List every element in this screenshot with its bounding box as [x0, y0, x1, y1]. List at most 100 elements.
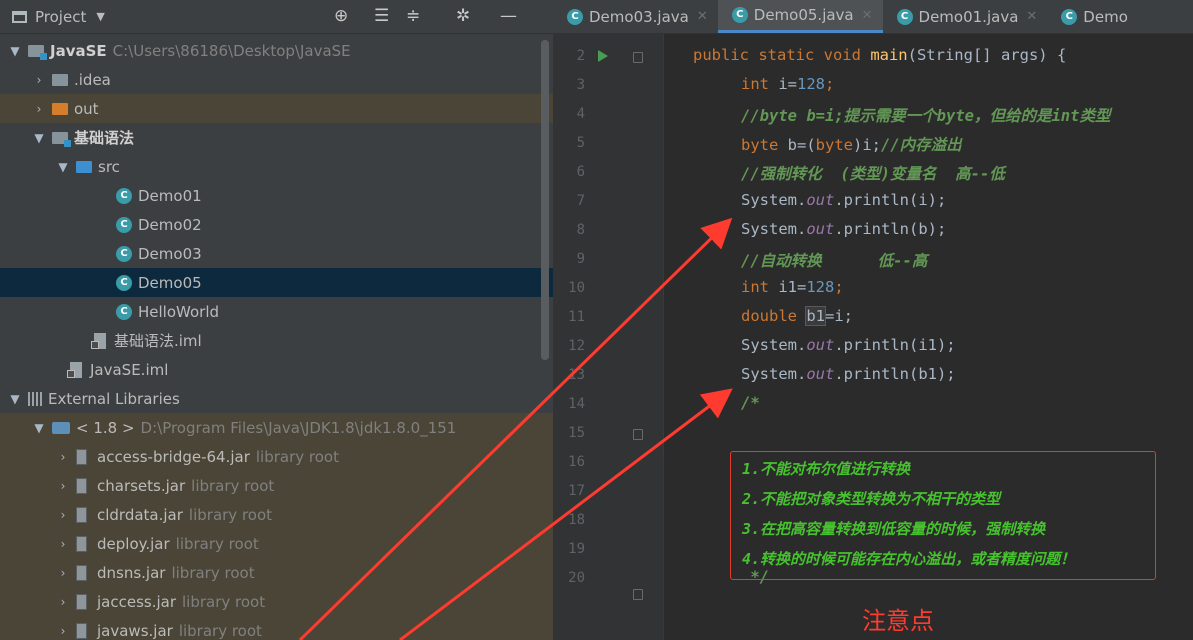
- tree-item-path: D:\Program Files\Java\JDK1.8\jdk1.8.0_15…: [140, 418, 457, 437]
- tree-item-basic-syntax-iml[interactable]: 基础语法.iml: [0, 326, 553, 355]
- code-token: System.: [741, 220, 807, 238]
- chevron-down-icon[interactable]: ▼: [56, 160, 70, 174]
- code-token: 128: [806, 278, 835, 296]
- code-token: 128: [797, 75, 825, 93]
- code-comment: /*: [741, 394, 760, 412]
- tree-item-label: 基础语法: [74, 129, 135, 147]
- expand-all-icon[interactable]: ≑: [406, 6, 420, 26]
- chevron-down-icon[interactable]: ▼: [8, 44, 22, 58]
- chevron-down-icon[interactable]: ▼: [32, 131, 46, 145]
- tree-item-label: charsets.jar: [97, 476, 186, 495]
- code-token: b1: [805, 306, 826, 326]
- code-token: byte: [815, 136, 853, 154]
- tree-item-jar[interactable]: › dnsns.jar library root: [0, 558, 553, 587]
- tree-item-src[interactable]: ▼ src: [0, 152, 553, 181]
- target-icon[interactable]: ⊕: [334, 6, 348, 26]
- library-root-label: library root: [175, 534, 259, 553]
- code-token: i=: [778, 75, 797, 93]
- chevron-right-icon[interactable]: ›: [56, 537, 70, 551]
- code-token: .println(i1);: [834, 336, 956, 354]
- tree-item-demo02[interactable]: C Demo02: [0, 210, 553, 239]
- class-icon: C: [116, 274, 132, 291]
- tree-item-jar[interactable]: › jaccess.jar library root: [0, 587, 553, 616]
- iml-file-icon: [67, 361, 82, 378]
- line-number: 16: [568, 454, 585, 470]
- annotation-caption: 注意点: [862, 607, 934, 635]
- tab-label: Demo: [1083, 7, 1128, 26]
- code-token: out: [806, 365, 835, 383]
- tree-item-jar[interactable]: › deploy.jar library root: [0, 529, 553, 558]
- tab-demo01[interactable]: C Demo01.java ✕: [883, 0, 1048, 33]
- close-icon[interactable]: ✕: [862, 8, 873, 23]
- tree-item-demo05[interactable]: C Demo05: [0, 268, 553, 297]
- line-number: 3: [576, 77, 585, 93]
- minimize-icon[interactable]: —: [500, 6, 517, 26]
- jar-icon: [76, 535, 87, 552]
- code-token: =i;: [825, 307, 853, 325]
- tree-item-label: External Libraries: [48, 389, 180, 408]
- code-token: ;: [825, 75, 835, 93]
- code-token: i1=: [778, 278, 807, 296]
- tree-item-demo03[interactable]: C Demo03: [0, 239, 553, 268]
- module-folder-icon: [28, 44, 47, 60]
- chevron-right-icon[interactable]: ›: [56, 566, 70, 580]
- project-panel: Project ▼ ⊕ ☰ ≑ ✲ — ▼ JavaSE C:\Users\86…: [0, 0, 553, 640]
- code-token: System.: [741, 191, 807, 209]
- tree-item-jar[interactable]: › cldrdata.jar library root: [0, 500, 553, 529]
- close-icon[interactable]: ✕: [1026, 9, 1037, 24]
- code-token: b=(: [787, 136, 816, 154]
- tree-item-jar[interactable]: › javaws.jar library root: [0, 616, 553, 640]
- tree-item-label: JavaSE.iml: [90, 360, 169, 379]
- chevron-right-icon[interactable]: ›: [56, 508, 70, 522]
- tree-item-helloworld[interactable]: C HelloWorld: [0, 297, 553, 326]
- chevron-right-icon[interactable]: ›: [56, 624, 70, 638]
- collapse-all-icon[interactable]: ☰: [374, 6, 389, 26]
- project-header: Project ▼ ⊕ ☰ ≑ ✲ —: [0, 0, 553, 34]
- class-icon: C: [896, 8, 913, 25]
- settings-icon[interactable]: ✲: [456, 6, 470, 26]
- chevron-right-icon[interactable]: ›: [32, 102, 46, 116]
- chevron-right-icon[interactable]: ›: [56, 479, 70, 493]
- code-comment: //自动转换 低--高: [741, 252, 928, 270]
- code-token: .println(i);: [834, 191, 947, 209]
- code-line: int i=128;: [741, 75, 834, 93]
- fold-icon[interactable]: [633, 429, 643, 440]
- chevron-down-icon[interactable]: ▼: [8, 392, 22, 406]
- chevron-down-icon[interactable]: ▼: [32, 421, 46, 435]
- tree-item-basic-syntax[interactable]: ▼ 基础语法: [0, 123, 553, 152]
- code-line: /*: [741, 394, 760, 412]
- tab-demo05[interactable]: C Demo05.java ✕: [717, 0, 883, 33]
- fold-icon[interactable]: [633, 589, 643, 600]
- fold-icon[interactable]: [633, 52, 643, 63]
- source-folder-icon: [76, 160, 92, 173]
- chevron-right-icon[interactable]: ›: [56, 595, 70, 609]
- tree-item-label: < 1.8 >: [76, 418, 135, 437]
- tree-item-jar[interactable]: › charsets.jar library root: [0, 471, 553, 500]
- jar-icon: [76, 622, 87, 639]
- tree-item-idea[interactable]: › .idea: [0, 65, 553, 94]
- tree-item-label: Demo03: [138, 244, 202, 263]
- tab-demo[interactable]: C Demo: [1047, 0, 1138, 33]
- tree-item-javase[interactable]: ▼ JavaSE C:\Users\86186\Desktop\JavaSE: [0, 36, 553, 65]
- tree-scrollbar[interactable]: [541, 40, 549, 360]
- library-root-label: library root: [188, 505, 273, 524]
- line-number: 17: [568, 483, 585, 499]
- tree-item-label: javaws.jar: [97, 621, 173, 640]
- close-icon[interactable]: ✕: [697, 9, 708, 24]
- tree-item-demo01[interactable]: C Demo01: [0, 181, 553, 210]
- tree-item-out[interactable]: › out: [0, 94, 553, 123]
- tree-item-javase-iml[interactable]: JavaSE.iml: [0, 355, 553, 384]
- tab-label: Demo03.java: [589, 7, 689, 26]
- chevron-right-icon[interactable]: ›: [56, 450, 70, 464]
- folder-icon: [52, 102, 68, 115]
- tree-item-label: src: [98, 157, 120, 176]
- editor-tabs: C Demo03.java ✕ C Demo05.java ✕ C Demo01…: [553, 0, 1193, 34]
- tab-demo03[interactable]: C Demo03.java ✕: [553, 0, 718, 33]
- tree-item-external-libraries[interactable]: ▼ External Libraries: [0, 384, 553, 413]
- tree-item-label: jaccess.jar: [97, 592, 177, 611]
- tree-item-jar[interactable]: › access-bridge-64.jar library root: [0, 442, 553, 471]
- run-icon[interactable]: [598, 50, 608, 62]
- line-number: 6: [576, 164, 585, 180]
- chevron-right-icon[interactable]: ›: [32, 73, 46, 87]
- tree-item-jdk[interactable]: ▼ < 1.8 > D:\Program Files\Java\JDK1.8\j…: [0, 413, 553, 442]
